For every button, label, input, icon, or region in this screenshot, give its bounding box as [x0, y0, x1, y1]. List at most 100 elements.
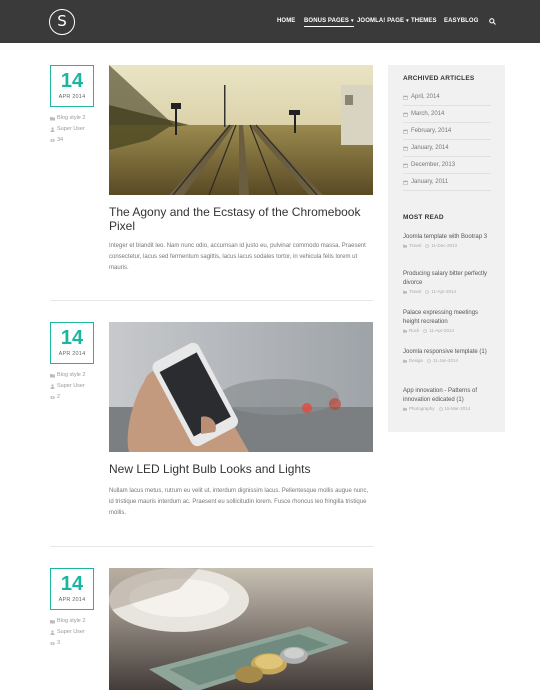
most-read-title[interactable]: App innovation - Patterns of innovation …: [403, 387, 493, 405]
post-image-phone[interactable]: [109, 322, 373, 452]
post-excerpt: Nullam lacus metus, rutrum eu velit ut, …: [109, 488, 369, 516]
most-read-meta: Rock 11-Apr-2014: [403, 327, 493, 335]
user-icon: [50, 630, 55, 635]
nav-item-label: JOOMLA! PAGE: [357, 18, 405, 24]
clock-icon: [427, 359, 431, 363]
folder-icon: [50, 374, 55, 378]
most-read-category[interactable]: Travel: [409, 288, 421, 296]
most-read-date: 11-Apr-2014: [429, 328, 454, 333]
folder-icon: [50, 117, 55, 121]
archived-articles-heading: ARCHIVED ARTICLES: [403, 75, 475, 82]
most-read-date: 11-Apr-2014: [431, 289, 457, 294]
post-hits: 34: [50, 135, 105, 146]
calendar-icon: [403, 129, 408, 134]
nav-item-easyblog[interactable]: EASYBLOG: [444, 17, 478, 25]
calendar-icon: [403, 95, 408, 100]
top-navigation-bar: S HOME BONUS PAGES ▾ JOOMLA! PAGE ▾ THEMES…: [0, 0, 540, 43]
post-date-month: APR 2014: [58, 597, 86, 603]
archive-item-label: January, 2014: [411, 145, 449, 151]
nav-item-joomla-page[interactable]: JOOMLA! PAGE ▾: [357, 17, 409, 25]
archive-item[interactable]: December, 2013: [403, 157, 491, 174]
most-read-category[interactable]: Photography: [409, 405, 435, 413]
post-category[interactable]: Blog style 2: [50, 616, 105, 627]
nav-item-bonus-pages[interactable]: BONUS PAGES ▾: [304, 17, 354, 27]
most-read-heading: MOST READ: [403, 214, 444, 221]
most-read-meta: Design 11-Jan-2014: [403, 357, 493, 365]
post-date-badge: 14 APR 2014: [50, 65, 94, 107]
archive-item[interactable]: March, 2014: [403, 106, 491, 123]
archive-item-label: April, 2014: [411, 94, 440, 100]
coins-and-cup-photo: [109, 568, 373, 690]
post-title[interactable]: New LED Light Bulb Looks and Lights: [109, 462, 373, 476]
post-hits: 2: [50, 392, 105, 403]
most-read-date: 15-Mar-2014: [444, 406, 471, 411]
calendar-icon: [403, 112, 408, 117]
post-hits: 3: [50, 638, 105, 649]
post-author: Super User: [50, 124, 105, 135]
calendar-icon: [403, 163, 408, 168]
post-author-label: Super User: [57, 126, 85, 132]
archive-item[interactable]: January, 2014: [403, 140, 491, 157]
nav-item-themes[interactable]: THEMES: [411, 17, 437, 25]
most-read-date: 11-Jan-2014: [433, 358, 458, 363]
most-read-item: Palace expressing meetings height recrea…: [403, 309, 493, 335]
post-title[interactable]: The Agony and the Ecstasy of the Chromeb…: [109, 205, 373, 233]
eye-icon: [50, 396, 55, 399]
most-read-item: App innovation - Patterns of innovation …: [403, 387, 493, 413]
post-date-day: 14: [60, 327, 84, 349]
post-category[interactable]: Blog style 2: [50, 370, 105, 381]
most-read-title[interactable]: Joomla responsive template (1): [403, 348, 493, 357]
eye-icon: [50, 139, 55, 142]
post-category[interactable]: Blog style 2: [50, 113, 105, 124]
chevron-down-icon: ▾: [406, 18, 409, 24]
blog-post: 14 APR 2014 Blog style 2 Super User 2 Ne…: [50, 322, 373, 542]
clock-icon: [425, 290, 430, 294]
folder-icon: [403, 244, 407, 248]
folder-icon: [403, 290, 407, 294]
post-author: Super User: [50, 381, 105, 392]
most-read-meta: Travel 11-Dec-2013: [403, 242, 493, 250]
archive-item-label: January, 2011: [411, 179, 449, 185]
archive-item[interactable]: February, 2014: [403, 123, 491, 140]
most-read-category[interactable]: Rock: [409, 327, 419, 335]
post-image-railway[interactable]: [109, 65, 373, 195]
post-meta: Blog style 2 Super User 34: [50, 113, 105, 146]
search-icon[interactable]: [489, 18, 496, 25]
most-read-item: Producing salary bitter perfectly divorc…: [403, 270, 493, 296]
most-read-meta: Photography 15-Mar-2014: [403, 405, 493, 413]
archive-item[interactable]: April, 2014: [403, 89, 491, 106]
archive-item-label: February, 2014: [411, 128, 452, 134]
post-hits-count: 2: [57, 394, 61, 400]
clock-icon: [425, 244, 430, 248]
post-date-month: APR 2014: [58, 94, 86, 100]
post-hits-count: 3: [57, 640, 61, 646]
archive-item[interactable]: January, 2011: [403, 174, 491, 191]
user-icon: [50, 127, 55, 132]
post-category-label: Blog style 2: [57, 115, 86, 121]
most-read-title[interactable]: Palace expressing meetings height recrea…: [403, 309, 493, 327]
post-author: Super User: [50, 627, 105, 638]
hand-holding-phone-photo: [109, 322, 373, 452]
post-date-badge: 14 APR 2014: [50, 322, 94, 364]
archive-item-label: March, 2014: [411, 111, 445, 117]
post-image-coins[interactable]: [109, 568, 373, 690]
folder-icon: [403, 329, 407, 333]
nav-item-home[interactable]: HOME: [277, 17, 295, 25]
blog-post: 14 APR 2014 Blog style 2 Super User 34 T…: [50, 65, 373, 285]
most-read-title[interactable]: Joomla template with Bootrap 3: [403, 233, 493, 242]
most-read-category[interactable]: Design: [409, 357, 423, 365]
nav-item-label: THEMES: [411, 18, 437, 24]
nav-item-label: EASYBLOG: [444, 18, 479, 24]
post-hits-count: 34: [57, 137, 64, 143]
most-read-title[interactable]: Producing salary bitter perfectly divorc…: [403, 270, 493, 288]
clock-icon: [423, 329, 428, 333]
most-read-item: Joomla template with Bootrap 3 Travel 11…: [403, 233, 493, 250]
post-meta: Blog style 2 Super User 2: [50, 370, 105, 403]
sidebar: ARCHIVED ARTICLES April, 2014 March, 201…: [388, 65, 505, 432]
most-read-category[interactable]: Travel: [409, 242, 421, 250]
nav-item-label: HOME: [277, 18, 296, 24]
post-category-label: Blog style 2: [57, 618, 86, 624]
post-author-label: Super User: [57, 383, 85, 389]
user-icon: [50, 384, 55, 389]
post-date-day: 14: [60, 573, 84, 595]
